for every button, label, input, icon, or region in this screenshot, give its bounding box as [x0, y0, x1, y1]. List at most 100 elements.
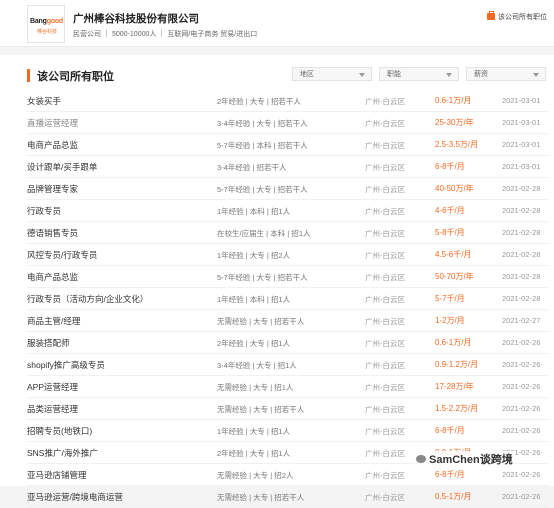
job-location: 广州-白云区 [365, 207, 405, 216]
job-location: 广州-白云区 [365, 405, 405, 414]
job-title[interactable]: SNS推广/海外推广 [27, 447, 98, 459]
filter-salary[interactable]: 薪资 [466, 67, 546, 81]
job-date: 2021-03-01 [502, 96, 541, 105]
job-requirements: 无需经验 | 大专 | 招若干人 [217, 405, 305, 414]
job-requirements: 无需经验 | 大专 | 招1人 [217, 383, 294, 392]
job-title[interactable]: 电商产品总监 [27, 271, 78, 283]
job-title[interactable]: 品牌管理专家 [27, 183, 78, 195]
job-title[interactable]: 直播运营经理 [27, 117, 78, 129]
job-title[interactable]: 风控专员/行政专员 [27, 249, 97, 261]
job-salary: 6-8千/月 [435, 426, 465, 435]
wechat-watermark: SamChen谈跨境 [414, 451, 515, 467]
company-logo: Banggood 棒谷科技 [27, 5, 65, 43]
job-title[interactable]: shopify推广高级专员 [27, 359, 105, 371]
job-salary: 40-50万/年 [435, 184, 474, 193]
job-requirements: 1年经验 | 大专 | 招2人 [217, 251, 291, 260]
job-location: 广州-白云区 [365, 273, 405, 282]
job-title[interactable]: APP运营经理 [27, 381, 78, 393]
job-requirements: 3-4年经验 | 招若干人 [217, 163, 287, 172]
filter-region-label: 地区 [300, 71, 314, 78]
job-requirements: 1年经验 | 大专 | 招1人 [217, 427, 291, 436]
chevron-down-icon [359, 73, 365, 77]
logo-subtext: 棒谷科技 [37, 29, 58, 35]
job-location: 广州-白云区 [365, 449, 405, 458]
job-location: 广州-白云区 [365, 339, 405, 348]
job-title[interactable]: 招聘专员(地铁口) [27, 425, 92, 437]
job-location: 广州-白云区 [365, 383, 405, 392]
job-salary: 5-8千/月 [435, 228, 465, 237]
table-row[interactable]: 亚马逊运营/跨境电商运营 无需经验 | 大专 | 招若干人 广州-白云区 0.5-1万… [27, 486, 549, 508]
table-row[interactable]: 行政专员（活动方向/企业文化） 1年经验 | 本科 | 招1人 广州-白云区 5-7千… [27, 288, 549, 310]
table-row[interactable]: 服装搭配师 2年经验 | 大专 | 招1人 广州-白云区 0.6-1万/月 2021-0… [27, 332, 549, 354]
job-requirements: 5-7年经验 | 大专 | 招若干人 [217, 273, 308, 282]
table-row[interactable]: shopify推广高级专员 3-4年经验 | 大专 | 招1人 广州-白云区 0.9-… [27, 354, 549, 376]
company-name[interactable]: 广州棒谷科技股份有限公司 [73, 11, 199, 26]
table-row[interactable]: 电商产品总监 5-7年经验 | 本科 | 招若干人 广州-白云区 2.5-3.5万/月… [27, 134, 549, 156]
job-salary: 6-8千/月 [435, 162, 465, 171]
chevron-down-icon [533, 73, 539, 77]
divider [161, 29, 163, 37]
company-type: 民营公司 [73, 31, 101, 38]
job-location: 广州-白云区 [365, 317, 405, 326]
filter-region[interactable]: 地区 [292, 67, 372, 81]
job-title[interactable]: 行政专员 [27, 205, 61, 217]
job-date: 2021-02-26 [502, 382, 541, 391]
job-requirements: 5-7年经验 | 大专 | 招若干人 [217, 185, 308, 194]
company-size: 5000-10000人 [112, 31, 157, 38]
job-requirements: 无需经验 | 大专 | 招若干人 [217, 317, 305, 326]
job-title[interactable]: 商品主管/经理 [27, 315, 80, 327]
table-row[interactable]: 品类运营经理 无需经验 | 大专 | 招若干人 广州-白云区 1.5-2.2万/月 20… [27, 398, 549, 420]
company-header: Banggood 棒谷科技 广州棒谷科技股份有限公司 民营公司 5000-1000… [0, 0, 554, 47]
job-title[interactable]: 女装买手 [27, 95, 61, 107]
table-row[interactable]: 风控专员/行政专员 1年经验 | 大专 | 招2人 广州-白云区 4.5-6千/月 20… [27, 244, 549, 266]
job-requirements: 2年经验 | 大专 | 招若干人 [217, 97, 301, 106]
watermark-text: SamChen谈跨境 [429, 454, 513, 466]
table-row[interactable]: 亚马逊店铺管理 无需经验 | 大专 | 招2人 广州-白云区 6-8千/月 2021-0… [27, 464, 549, 486]
all-jobs-link-label: 该公司所有职位 [498, 14, 547, 21]
job-title[interactable]: 服装搭配师 [27, 337, 70, 349]
job-salary: 25-30万/年 [435, 118, 474, 127]
job-date: 2021-02-26 [502, 470, 541, 479]
job-date: 2021-02-26 [502, 338, 541, 347]
table-row[interactable]: 商品主管/经理 无需经验 | 大专 | 招若干人 广州-白云区 1-2万/月 2021-… [27, 310, 549, 332]
filter-salary-label: 薪资 [474, 71, 488, 78]
filter-function-label: 职能 [387, 71, 401, 78]
job-salary: 0.6-1万/月 [435, 338, 472, 347]
job-title[interactable]: 德语销售专员 [27, 227, 78, 239]
job-location: 广州-白云区 [365, 119, 405, 128]
job-title[interactable]: 电商产品总监 [27, 139, 78, 151]
table-row[interactable]: APP运营经理 无需经验 | 大专 | 招1人 广州-白云区 17-28万/年 2021… [27, 376, 549, 398]
table-row[interactable]: 直播运营经理 3-4年经验 | 大专 | 招若干人 广州-白云区 25-30万/年 20… [27, 112, 549, 134]
job-salary: 0.5-1万/月 [435, 492, 472, 501]
table-row[interactable]: 品牌管理专家 5-7年经验 | 大专 | 招若干人 广州-白云区 40-50万/年 20… [27, 178, 549, 200]
job-location: 广州-白云区 [365, 163, 405, 172]
company-industry: 互联网/电子商务 贸易/进出口 [167, 31, 258, 38]
job-title[interactable]: 品类运营经理 [27, 403, 78, 415]
filter-function[interactable]: 职能 [379, 67, 459, 81]
job-title[interactable]: 设计跟单/买手跟单 [27, 161, 97, 173]
job-location: 广州-白云区 [365, 493, 405, 502]
job-requirements: 2年经验 | 大专 | 招1人 [217, 339, 291, 348]
all-jobs-link[interactable]: 该公司所有职位 [487, 11, 547, 22]
divider [106, 29, 107, 37]
job-date: 2021-03-01 [502, 140, 541, 149]
job-date: 2021-02-28 [502, 184, 541, 193]
table-row[interactable]: 电商产品总监 5-7年经验 | 大专 | 招若干人 广州-白云区 50-70万/年 20… [27, 266, 549, 288]
job-requirements: 在校生/应届生 | 本科 | 招1人 [217, 229, 311, 238]
job-title[interactable]: 亚马逊店铺管理 [27, 469, 87, 481]
table-row[interactable]: 行政专员 1年经验 | 本科 | 招1人 广州-白云区 4-6千/月 2021-02-2… [27, 200, 549, 222]
table-row[interactable]: 德语销售专员 在校生/应届生 | 本科 | 招1人 广州-白云区 5-8千/月 2021… [27, 222, 549, 244]
section-accent-bar [27, 69, 30, 82]
job-salary: 1.5-2.2万/月 [435, 404, 479, 413]
table-row[interactable]: 招聘专员(地铁口) 1年经验 | 大专 | 招1人 广州-白云区 6-8千/月 2021… [27, 420, 549, 442]
job-title[interactable]: 亚马逊运营/跨境电商运营 [27, 491, 123, 503]
job-title[interactable]: 行政专员（活动方向/企业文化） [27, 293, 148, 305]
job-requirements: 3-4年经验 | 大专 | 招1人 [217, 361, 297, 370]
chevron-down-icon [446, 73, 452, 77]
job-requirements: 3-4年经验 | 大专 | 招若干人 [217, 119, 308, 128]
job-requirements: 无需经验 | 大专 | 招若干人 [217, 493, 305, 502]
job-salary: 17-28万/年 [435, 382, 474, 391]
table-row[interactable]: 设计跟单/买手跟单 3-4年经验 | 招若干人 广州-白云区 6-8千/月 2021-0… [27, 156, 549, 178]
table-row[interactable]: 女装买手 2年经验 | 大专 | 招若干人 广州-白云区 0.6-1万/月 2021-0… [27, 90, 549, 112]
job-salary: 4.5-6千/月 [435, 250, 472, 259]
